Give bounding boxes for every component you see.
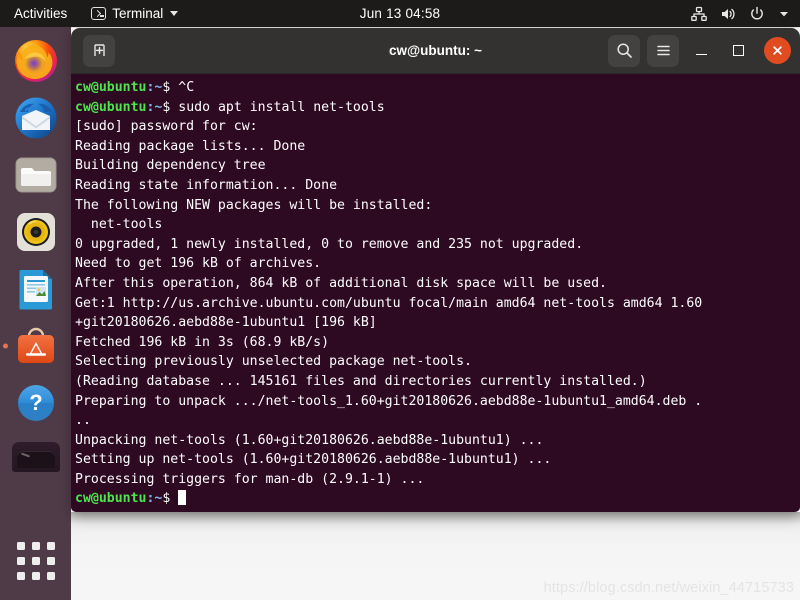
prompt-symbol: $ [162,80,179,95]
search-button[interactable] [608,34,640,67]
system-indicators[interactable] [691,6,790,22]
terminal-line: [sudo] password for cw: [75,119,258,135]
maximize-button[interactable] [723,36,753,66]
terminal-line: After this operation, 864 kB of addition… [75,275,607,291]
terminal-line: Setting up net-tools (1.60+git20180626.a… [75,452,552,468]
dock: ? [0,27,71,600]
hamburger-menu-button[interactable] [647,34,679,67]
terminal-line: cw@ubuntu:~$ ^C [73,78,800,98]
app-menu-terminal[interactable]: Terminal [91,0,179,27]
terminal-window: cw@ubuntu: ~ cw@ubuntu:~$ ^C cw@ubuntu:~… [71,28,800,512]
apps-grid-dot [31,557,40,565]
terminal-line: .. [75,413,91,429]
terminal-output-area[interactable]: cw@ubuntu:~$ ^C cw@ubuntu:~$ sudo apt ins… [71,74,800,512]
window-controls [608,34,791,67]
terminal-line: Get:1 http://us.archive.ubuntu.com/ubunt… [75,295,703,311]
close-icon [773,46,782,55]
prompt-user: cw@ubuntu [75,99,147,115]
terminal-line: net-tools [75,217,163,233]
svg-text:?: ? [29,390,42,415]
apps-grid-dot [16,557,25,565]
terminal-line: The following NEW packages will be insta… [75,197,433,213]
prompt-symbol: $ [162,491,179,507]
terminal-cursor [178,490,187,506]
minimize-icon [695,53,707,56]
terminal-line: Unpacking net-tools (1.60+git20180626.ae… [75,432,544,448]
minimize-button[interactable] [686,36,716,66]
dock-item-drive[interactable] [11,442,60,472]
terminal-line: Fetched 196 kB in 3s (68.9 kB/s) [75,334,330,350]
dock-item-help[interactable]: ? [12,379,60,427]
apps-grid-dot [16,572,25,580]
terminal-line: 0 upgraded, 1 newly installed, 0 to remo… [75,236,584,252]
terminal-line: Processing triggers for man-db (2.9.1-1)… [75,471,425,487]
dock-item-libreoffice-writer[interactable] [12,265,60,313]
apps-grid-dot [31,572,40,580]
terminal-icon [91,7,107,20]
new-tab-button[interactable] [83,34,115,67]
watermark: https://blog.csdn.net/weixin_44715733 [543,580,794,596]
terminal-line: Need to get 196 kB of archives. [75,256,322,272]
desktop-screen: Activities Terminal Jun 13 04:58 ? cw@ub… [0,0,800,600]
dock-item-files[interactable] [12,151,60,199]
terminal-line: Selecting previously unselected package … [75,354,472,370]
power-icon [749,6,765,22]
chevron-down-icon [778,8,790,20]
terminal-line: +git20180626.aebd88e-1ubuntu1 [196 kB] [75,315,377,331]
terminal-line: cw@ubuntu:~$ [73,489,800,509]
running-indicator-dot [2,343,8,349]
apps-grid-dot [16,542,25,550]
close-button[interactable] [764,37,791,64]
apps-grid-dot [46,557,55,565]
prompt-user: cw@ubuntu [75,80,147,95]
terminal-line: Building dependency tree [75,158,266,174]
show-applications-button[interactable] [16,542,55,580]
network-icon [691,6,707,22]
terminal-line: Reading state information... Done [75,177,338,193]
maximize-icon [732,45,744,56]
activities-button[interactable]: Activities [0,0,79,27]
volume-icon [720,6,736,22]
prompt-path: :~ [146,99,163,115]
prompt-path: :~ [146,80,163,95]
dock-item-thunderbird[interactable] [12,94,60,142]
top-bar: Activities Terminal Jun 13 04:58 [0,0,800,27]
terminal-command: sudo apt install net-tools [178,99,385,115]
dock-item-rhythmbox[interactable] [12,208,60,256]
prompt-symbol: $ [162,99,179,115]
app-menu-label: Terminal [112,6,164,21]
dock-item-firefox[interactable] [12,37,60,85]
apps-grid-dot [46,572,55,580]
terminal-line: cw@ubuntu:~$ sudo apt install net-tools [73,98,800,118]
apps-grid-dot [31,542,40,550]
terminal-line: (Reading database ... 145161 files and d… [75,373,647,389]
apps-grid-dot [46,542,55,550]
terminal-titlebar[interactable]: cw@ubuntu: ~ [71,28,800,74]
prompt-user: cw@ubuntu [75,491,147,507]
chevron-down-icon [170,11,179,16]
terminal-line: Reading package lists... Done [75,138,306,154]
terminal-line: Preparing to unpack .../net-tools_1.60+g… [75,393,703,409]
drive-highlight [20,452,30,458]
dock-item-ubuntu-software[interactable] [2,322,60,370]
terminal-command: ^C [178,80,195,95]
prompt-path: :~ [146,491,163,507]
